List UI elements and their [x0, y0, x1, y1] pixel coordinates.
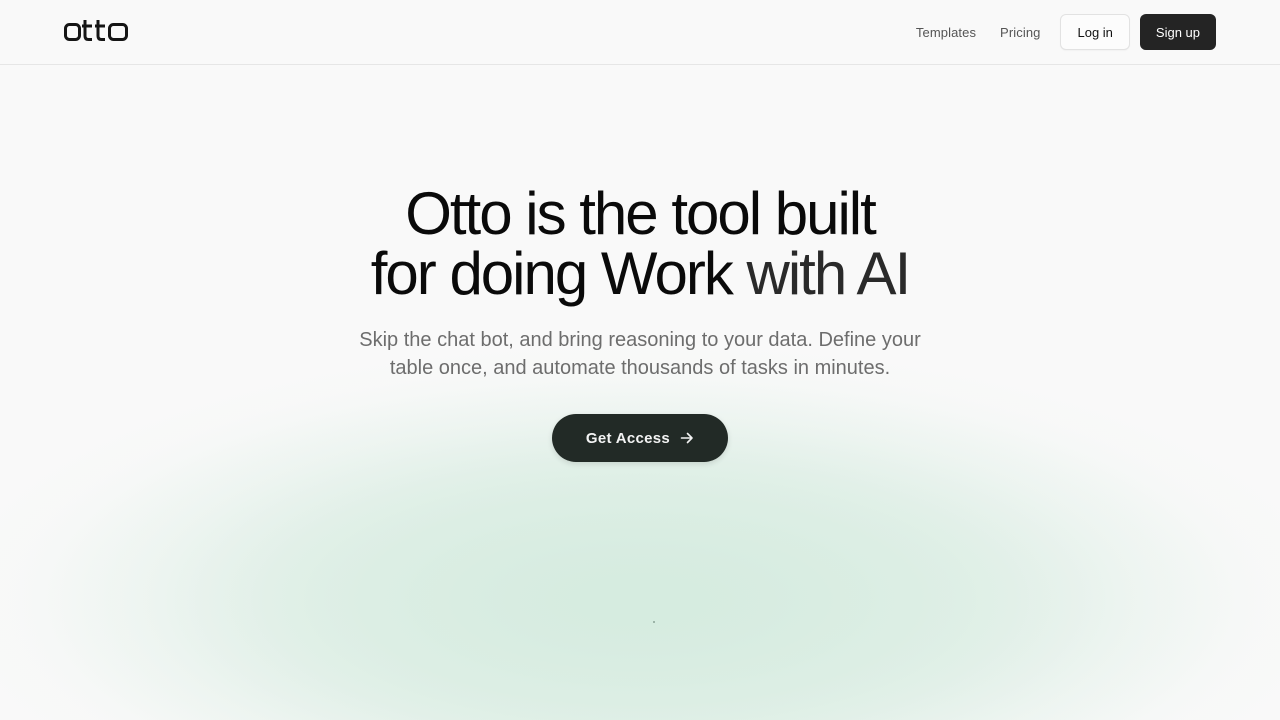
site-header: Templates Pricing Log in Sign up	[0, 0, 1280, 65]
hero-section: Otto is the tool built for doing Work wi…	[0, 184, 1280, 462]
decorative-dot	[653, 621, 655, 623]
signup-button[interactable]: Sign up	[1139, 14, 1216, 50]
nav-pricing-link[interactable]: Pricing	[1000, 25, 1040, 40]
arrow-right-icon	[680, 432, 693, 444]
hero-title-line-2: for doing Work with AI	[0, 244, 1280, 304]
hero-title: Otto is the tool built for doing Work wi…	[0, 184, 1280, 304]
nav-templates-link[interactable]: Templates	[916, 25, 976, 40]
hero-title-line-2-start: for doing Work	[370, 240, 747, 307]
hero-subtitle: Skip the chat bot, and bring reasoning t…	[359, 329, 921, 379]
hero-title-line-1: Otto is the tool built	[405, 180, 877, 247]
login-button[interactable]: Log in	[1060, 14, 1130, 50]
landing-page: Templates Pricing Log in Sign up Otto is…	[0, 0, 1280, 720]
get-access-button[interactable]: Get Access	[552, 414, 728, 462]
otto-logo[interactable]	[64, 18, 130, 46]
top-nav: Templates Pricing Log in Sign up	[916, 14, 1216, 50]
otto-wordmark-icon	[64, 20, 128, 41]
hero-title-line-2-end: with AI	[746, 240, 911, 307]
get-access-label: Get Access	[585, 429, 671, 447]
